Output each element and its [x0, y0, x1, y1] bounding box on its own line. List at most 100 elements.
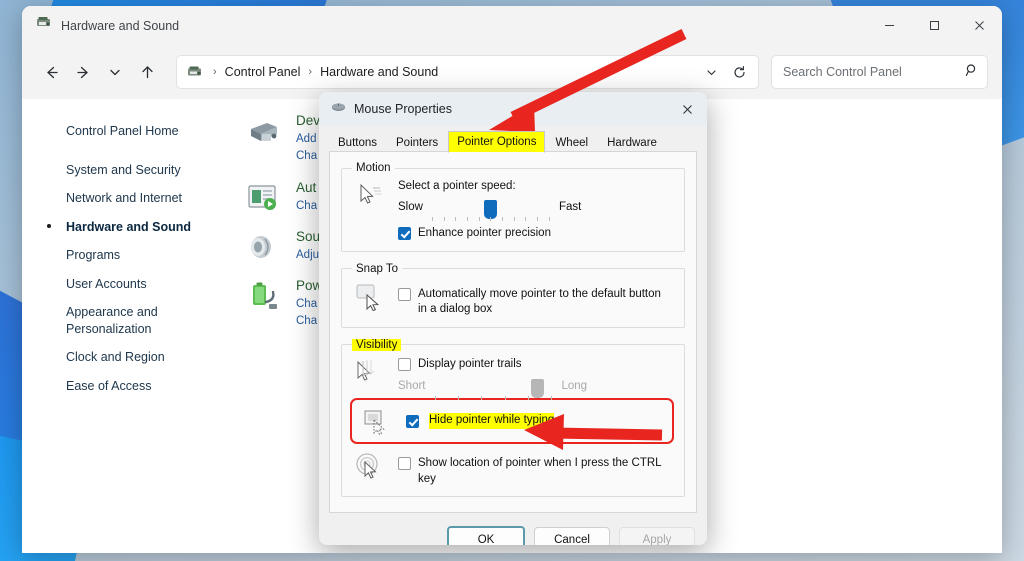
show-location-checkbox[interactable]	[398, 457, 411, 471]
show-location-row[interactable]: Show location of pointer when I press th…	[398, 456, 674, 487]
mouse-properties-dialog: Mouse Properties Buttons Pointers Pointe…	[319, 92, 707, 545]
sidebar-item-label: Programs	[66, 248, 121, 262]
window-title: Hardware and Sound	[61, 18, 180, 33]
forward-button[interactable]	[68, 57, 98, 87]
sound-icon	[242, 229, 284, 264]
hide-pointer-icon	[360, 407, 396, 436]
tab-buttons[interactable]: Buttons	[329, 132, 386, 153]
breadcrumb-control-panel-icon	[187, 64, 203, 80]
category-link[interactable]: Cha	[296, 148, 320, 165]
pointer-speed-icon	[352, 180, 388, 210]
snap-to-label: Automatically move pointer to the defaul…	[418, 287, 661, 316]
minimize-button[interactable]	[867, 6, 912, 45]
category-title[interactable]: Sou	[296, 229, 320, 244]
dialog-tabs: Buttons Pointers Pointer Options Wheel H…	[319, 126, 707, 153]
devices-printers-icon	[242, 113, 284, 166]
refresh-button[interactable]	[726, 59, 752, 85]
slider-min-label: Slow	[398, 201, 423, 213]
dialog-titlebar: Mouse Properties	[319, 92, 707, 126]
sidebar-item-label: Control Panel Home	[66, 124, 179, 138]
window-controls	[867, 6, 1002, 45]
ok-button[interactable]: OK	[447, 526, 525, 545]
hide-pointer-while-typing-row[interactable]: Hide pointer while typing	[350, 398, 674, 445]
pointer-speed-slider-row: Slow Fast	[398, 200, 674, 221]
search-input[interactable]: Search Control Panel	[783, 65, 965, 79]
slider-ticks	[434, 396, 553, 401]
category-link[interactable]: Add	[296, 131, 320, 148]
cancel-button[interactable]: Cancel	[534, 527, 610, 545]
address-bar[interactable]: › Control Panel › Hardware and Sound	[176, 55, 759, 89]
sidebar-item-label: Ease of Access	[66, 378, 152, 393]
search-box[interactable]: Search Control Panel	[771, 55, 988, 89]
group-visibility-legend: Visibility	[352, 338, 402, 351]
sidebar-item-label: Network and Internet	[66, 191, 183, 205]
group-snap-to: Snap To Automatically move pointer to th…	[341, 262, 685, 328]
category-link[interactable]: Cha	[296, 198, 317, 215]
dialog-title: Mouse Properties	[354, 102, 452, 116]
breadcrumb-item-hardware-and-sound[interactable]: Hardware and Sound	[315, 62, 443, 82]
sidebar: Control Panel Home System and Security N…	[22, 99, 232, 553]
category-title[interactable]: Aut	[296, 180, 317, 195]
slider-ticks	[431, 217, 550, 221]
group-snap-to-legend: Snap To	[356, 262, 398, 275]
breadcrumb-separator: ›	[308, 66, 313, 78]
sidebar-item-label: Clock and Region	[66, 350, 165, 364]
sidebar-item-label: User Accounts	[66, 276, 147, 291]
maximize-button[interactable]	[912, 6, 957, 45]
category-title[interactable]: Dev	[296, 113, 320, 128]
snap-to-row[interactable]: Automatically move pointer to the defaul…	[398, 287, 674, 318]
pointer-trails-slider-row: Short Long	[398, 379, 674, 401]
hide-pointer-while-typing-checkbox[interactable]	[406, 415, 419, 429]
address-dropdown-button[interactable]	[698, 59, 724, 85]
mouse-icon	[331, 101, 346, 117]
show-location-label: Show location of pointer when I press th…	[418, 457, 662, 485]
sidebar-item-label: System and Security	[66, 162, 181, 177]
snap-to-checkbox[interactable]	[398, 287, 411, 301]
enhance-precision-checkbox[interactable]	[398, 227, 411, 240]
display-pointer-trails-checkbox[interactable]	[398, 357, 411, 371]
sidebar-item-clock-and-region[interactable]: Clock and Region	[44, 343, 226, 372]
up-button[interactable]	[132, 57, 162, 87]
back-button[interactable]	[36, 57, 66, 87]
sidebar-item-appearance-and-personalization[interactable]: Appearance and Personalization	[44, 298, 226, 343]
search-icon[interactable]	[965, 63, 979, 82]
pointer-trails-icon	[352, 357, 388, 387]
enhance-precision-label: Enhance pointer precision	[418, 227, 551, 239]
pointer-speed-label: Select a pointer speed:	[398, 180, 516, 192]
enhance-precision-row[interactable]: Enhance pointer precision	[398, 226, 674, 242]
recent-locations-button[interactable]	[100, 57, 130, 87]
group-visibility: Visibility Display pointer trails Short …	[341, 338, 685, 498]
tab-hardware[interactable]: Hardware	[598, 132, 666, 153]
tab-pointer-options[interactable]: Pointer Options	[448, 131, 546, 153]
snap-to-icon	[352, 281, 388, 311]
category-link[interactable]: Adju	[296, 247, 320, 264]
sidebar-item-user-accounts[interactable]: User Accounts	[44, 270, 226, 299]
window-titlebar: Hardware and Sound	[22, 6, 1002, 45]
autoplay-icon	[242, 180, 284, 215]
tab-pointers[interactable]: Pointers	[387, 132, 447, 153]
hide-pointer-while-typing-label: Hide pointer while typing	[429, 413, 555, 429]
control-panel-icon	[36, 15, 52, 36]
display-pointer-trails-label: Display pointer trails	[418, 357, 522, 370]
display-pointer-trails-row[interactable]: Display pointer trails	[398, 357, 674, 373]
sidebar-item-label: Hardware and Sound	[66, 219, 192, 234]
trails-slider-max-label: Long	[561, 380, 588, 393]
tab-wheel[interactable]: Wheel	[546, 132, 597, 153]
sidebar-item-control-panel-home[interactable]: Control Panel Home	[44, 117, 226, 146]
dialog-footer: OK Cancel Apply	[319, 514, 707, 545]
close-button[interactable]	[957, 6, 1002, 45]
sidebar-item-programs[interactable]: Programs	[44, 241, 226, 270]
sidebar-item-system-and-security[interactable]: System and Security	[44, 156, 226, 185]
apply-button: Apply	[619, 527, 695, 545]
trails-slider-min-label: Short	[398, 380, 426, 393]
dialog-close-button[interactable]	[667, 92, 707, 126]
sidebar-item-hardware-and-sound[interactable]: Hardware and Sound	[44, 213, 226, 242]
sidebar-item-network-and-internet[interactable]: Network and Internet	[44, 184, 226, 213]
breadcrumb-item-control-panel[interactable]: Control Panel	[220, 62, 306, 82]
sidebar-item-label: Appearance and Personalization	[66, 305, 158, 336]
group-motion: Motion Select a pointer speed: Slow Fast…	[341, 162, 685, 252]
power-options-icon	[242, 278, 284, 331]
tab-panel-pointer-options: Motion Select a pointer speed: Slow Fast…	[329, 151, 697, 513]
show-location-icon	[352, 450, 388, 480]
sidebar-item-ease-of-access[interactable]: Ease of Access	[44, 372, 226, 401]
